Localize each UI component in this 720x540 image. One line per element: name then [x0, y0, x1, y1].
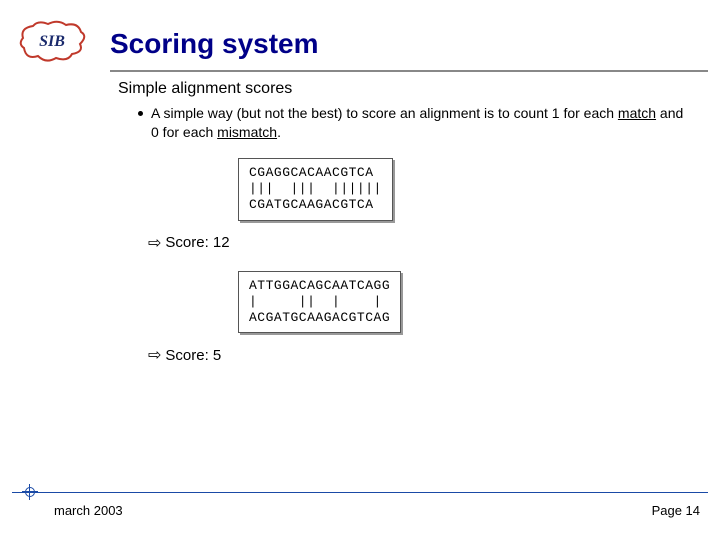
- bullet-item: A simple way (but not the best) to score…: [138, 104, 690, 142]
- alignment-example-2: ATTGGACAGCAATCAGG | || | | ACGATGCAAGACG…: [238, 271, 401, 334]
- slide-content: Simple alignment scores A simple way (bu…: [118, 80, 690, 383]
- score-row-2: ⇨ Score: 5: [148, 345, 690, 365]
- slide-title: Scoring system: [110, 28, 319, 60]
- subheading: Simple alignment scores: [118, 80, 690, 98]
- footer-rule: [12, 492, 708, 493]
- footer-date: march 2003: [54, 503, 123, 518]
- crosshair-icon: [22, 484, 38, 500]
- score-label-2: Score: 5: [165, 347, 221, 364]
- bullet-icon: [138, 111, 143, 116]
- score-row-1: ⇨ Score: 12: [148, 233, 690, 253]
- sib-logo: SIB: [18, 18, 88, 66]
- score-label-1: Score: 12: [165, 234, 229, 251]
- bullet-text: A simple way (but not the best) to score…: [151, 104, 690, 142]
- slide-footer: march 2003 Page 14: [0, 498, 720, 518]
- svg-text:SIB: SIB: [39, 33, 65, 50]
- arrow-icon: ⇨: [148, 233, 161, 253]
- title-underline: [110, 70, 708, 72]
- alignment-example-1: CGAGGCACAACGTCA ||| ||| |||||| CGATGCAAG…: [238, 158, 393, 221]
- arrow-icon: ⇨: [148, 345, 161, 365]
- footer-page: Page 14: [652, 503, 700, 518]
